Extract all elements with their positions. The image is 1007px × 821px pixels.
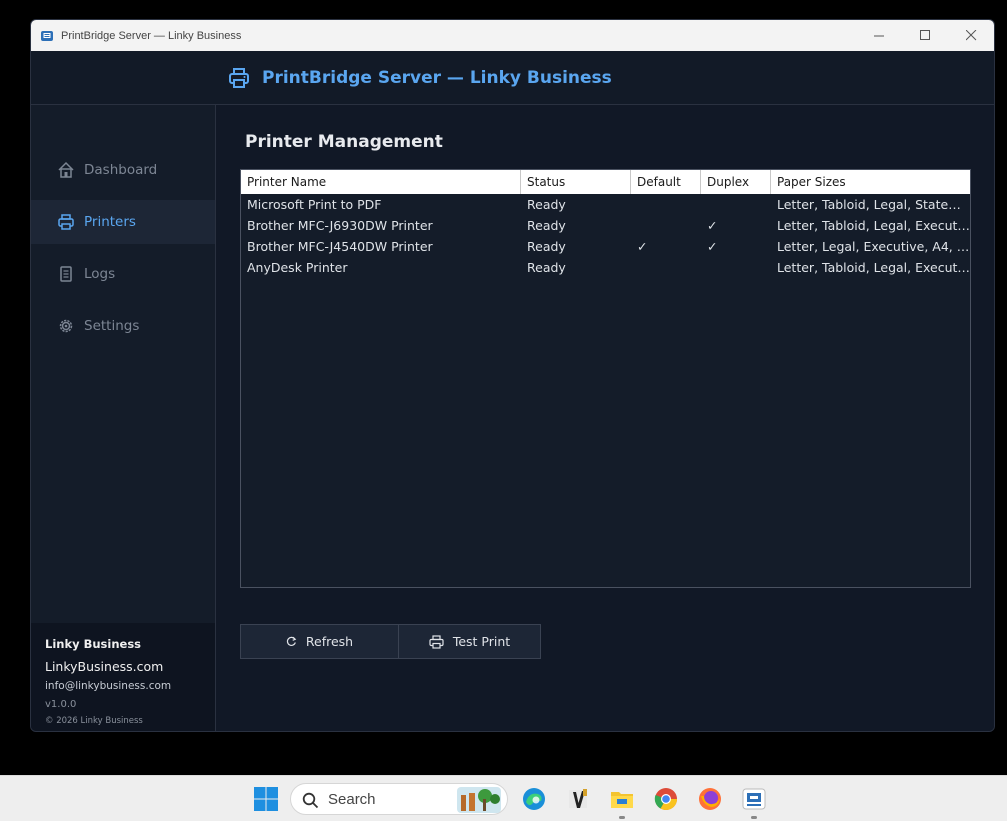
refresh-button-label: Refresh <box>305 634 354 649</box>
window-titlebar[interactable]: PrintBridge Server — Linky Business <box>31 20 994 51</box>
maximize-button[interactable] <box>902 20 948 51</box>
sidebar-item-label: Printers <box>84 214 136 230</box>
window-title: PrintBridge Server — Linky Business <box>61 29 242 42</box>
test-print-button-label: Test Print <box>452 634 511 649</box>
firefox-icon[interactable] <box>697 786 723 812</box>
app-header: PrintBridge Server — Linky Business <box>31 51 994 105</box>
refresh-icon <box>286 636 297 647</box>
desktop: PrintBridge Server — Linky Business Prin… <box>0 0 1007 775</box>
table-header: Printer Name Status Default Duplex Paper… <box>241 170 970 194</box>
app-icon[interactable] <box>566 786 592 812</box>
status-cell: Ready <box>527 239 566 254</box>
sidebar-item-label: Dashboard <box>84 162 158 178</box>
minimize-icon <box>873 35 884 37</box>
file-explorer-icon[interactable] <box>609 786 635 812</box>
sidebar: Dashboard Printers Logs Settings <box>31 105 216 623</box>
sidebar-item-printers[interactable]: Printers <box>31 200 215 244</box>
taskbar: Search <box>0 775 1007 821</box>
app-window: PrintBridge Server — Linky Business Prin… <box>30 19 995 732</box>
printer-table[interactable]: Printer Name Status Default Duplex Paper… <box>240 169 971 588</box>
table-row[interactable]: Brother MFC-J4540DW Printer Ready ✓ ✓ Le… <box>241 236 970 257</box>
sidebar-item-settings[interactable]: Settings <box>31 304 215 348</box>
duplex-cell <box>701 194 771 215</box>
printbridge-icon[interactable] <box>741 786 767 812</box>
app-title: PrintBridge Server — Linky Business <box>262 68 612 88</box>
sidebar-item-logs[interactable]: Logs <box>31 252 215 296</box>
home-icon <box>58 161 74 178</box>
column-header-printer-name[interactable]: Printer Name <box>241 170 521 194</box>
footer-company: Linky Business <box>45 637 142 651</box>
close-button[interactable] <box>948 20 994 51</box>
main-content: Printer Management Printer Name Status D… <box>217 105 994 731</box>
default-cell <box>631 215 701 236</box>
column-header-status[interactable]: Status <box>521 170 631 194</box>
printer-icon <box>229 68 249 88</box>
printer-name-cell: AnyDesk Printer <box>247 260 348 275</box>
printer-name-cell: Brother MFC-J6930DW Printer <box>247 218 433 233</box>
sidebar-item-label: Logs <box>84 266 116 282</box>
status-cell: Ready <box>527 218 566 233</box>
footer-email[interactable]: info@linkybusiness.com <box>45 680 171 692</box>
running-indicator <box>619 816 625 819</box>
chrome-icon[interactable] <box>653 786 679 812</box>
search-highlight-icon <box>457 787 501 813</box>
refresh-button[interactable]: Refresh <box>240 624 399 659</box>
column-header-default[interactable]: Default <box>631 170 701 194</box>
close-icon <box>965 30 976 41</box>
printer-icon <box>58 214 74 230</box>
column-header-duplex[interactable]: Duplex <box>701 170 771 194</box>
column-header-paper-sizes[interactable]: Paper Sizes <box>771 170 970 194</box>
paper-sizes-cell: Letter, Legal, Executive, A4, A5 <box>777 239 970 254</box>
sidebar-item-label: Settings <box>84 318 140 334</box>
footer-website[interactable]: LinkyBusiness.com <box>45 659 163 674</box>
window-controls <box>856 20 994 51</box>
footer-version: v1.0.0 <box>45 699 77 710</box>
running-indicator <box>751 816 757 819</box>
paper-sizes-cell: Letter, Tabloid, Legal, Stateme... <box>777 197 970 212</box>
table-row[interactable]: Brother MFC-J6930DW Printer Ready ✓ Lett… <box>241 215 970 236</box>
status-cell: Ready <box>527 260 566 275</box>
paper-sizes-cell: Letter, Tabloid, Legal, Executiv... <box>777 260 970 275</box>
table-row[interactable]: Microsoft Print to PDF Ready Letter, Tab… <box>241 194 970 215</box>
footer-copyright: © 2026 Linky Business <box>45 716 143 726</box>
sidebar-item-dashboard[interactable]: Dashboard <box>31 148 215 192</box>
default-cell <box>631 194 701 215</box>
status-cell: Ready <box>527 197 566 212</box>
page-title: Printer Management <box>245 132 443 152</box>
duplex-cell <box>701 257 771 278</box>
paper-sizes-cell: Letter, Tabloid, Legal, Executiv... <box>777 218 970 233</box>
taskbar-search-box[interactable]: Search <box>290 783 508 815</box>
default-cell: ✓ <box>637 239 648 254</box>
edge-icon[interactable] <box>521 786 547 812</box>
duplex-cell: ✓ <box>707 239 718 254</box>
search-label: Search <box>328 791 376 808</box>
search-icon <box>302 792 319 809</box>
app-icon <box>41 30 53 41</box>
duplex-cell: ✓ <box>707 218 718 233</box>
table-row[interactable]: AnyDesk Printer Ready Letter, Tabloid, L… <box>241 257 970 278</box>
default-cell <box>631 257 701 278</box>
document-icon <box>60 266 72 282</box>
minimize-button[interactable] <box>856 20 902 51</box>
printer-name-cell: Microsoft Print to PDF <box>247 197 382 212</box>
gear-icon <box>59 319 73 333</box>
printer-name-cell: Brother MFC-J4540DW Printer <box>247 239 433 254</box>
test-print-button[interactable]: Test Print <box>398 624 541 659</box>
maximize-icon <box>919 30 930 40</box>
printer-icon <box>429 634 444 649</box>
windows-start-icon[interactable] <box>253 786 279 812</box>
sidebar-footer: Linky Business LinkyBusiness.com info@li… <box>31 623 216 731</box>
